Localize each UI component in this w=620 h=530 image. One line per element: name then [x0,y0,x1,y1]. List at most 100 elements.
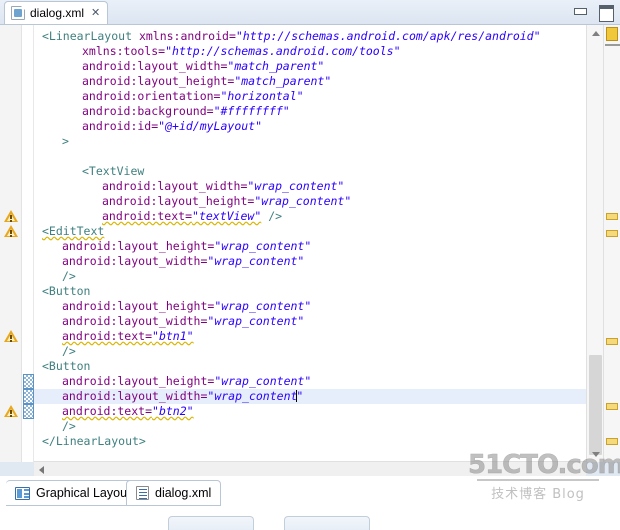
code-token-attr: android:orientation= [82,89,221,103]
editor-window: dialog.xml ✕ <LinearLayout xmlns:android… [0,0,620,512]
xml-file-icon [11,6,25,20]
code-token-val: "@+id/myLayout" [158,119,263,133]
code-token-val: "btn2" [152,404,194,418]
code-line[interactable]: <LinearLayout xmlns:android="http://sche… [34,29,586,44]
code-line[interactable]: <TextView [34,164,586,179]
code-token-attr: android:layout_width= [62,254,208,268]
maximize-button[interactable] [598,4,614,22]
code-line[interactable]: android:layout_height="wrap_content" [34,194,586,209]
code-token-val: "wrap_content" [207,254,305,268]
code-token-val: "wrap_content" [214,239,312,253]
code-token-tag: <TextView [82,164,145,178]
minimize-button[interactable] [572,4,588,18]
warning-icon[interactable] [4,224,18,238]
code-line[interactable]: android:layout_width="wrap_content" [34,179,586,194]
warning-marker[interactable] [606,213,618,220]
vertical-scrollbar[interactable] [586,25,603,462]
code-line[interactable] [34,149,586,164]
code-line[interactable]: android:text="btn1" [34,329,586,344]
code-line[interactable]: <Button [34,284,586,299]
code-line[interactable]: <Button [34,359,586,374]
code-token-attr: android:text= [62,404,153,418]
tab-graphical-layout[interactable]: Graphical Layout [6,480,141,506]
editor-tab-dialog-xml[interactable]: dialog.xml ✕ [4,1,109,24]
layout-icon [15,486,30,500]
editor-tab-label: dialog.xml [30,6,85,20]
code-token-tag: /> [62,419,76,433]
eclipse-xml-editor-window: dialog.xml ✕ <LinearLayout xmlns:android… [0,0,620,530]
code-token-val: "wrap_content" [214,374,312,388]
ruler-separator [605,44,620,46]
code-token-tag: /> [62,344,76,358]
code-line[interactable]: android:layout_width="wrap_content" [34,389,586,404]
code-line[interactable]: android:background="#ffffffff" [34,104,586,119]
xml-icon [136,486,149,500]
code-token-val: "match_parent" [227,59,325,73]
code-line[interactable]: android:layout_width="wrap_content" [34,314,586,329]
tab-dialog-xml-label: dialog.xml [155,486,212,500]
code-line[interactable]: xmlns:tools="http://schemas.android.com/… [34,44,586,59]
code-line[interactable]: <EditText [34,224,586,239]
window-controls [572,4,614,22]
code-line[interactable]: android:layout_height="match_parent" [34,74,586,89]
code-token-attr: android:layout_height= [82,74,235,88]
code-line[interactable]: android:text="textView" /> [34,209,586,224]
tab-dialog-xml[interactable]: dialog.xml [126,480,222,506]
code-line[interactable]: /> [34,419,586,434]
warning-icon[interactable] [4,404,18,418]
code-token-attr: android:text= [62,329,153,343]
code-token-attr: android:layout_height= [62,239,215,253]
warning-marker[interactable] [606,230,618,237]
code-line[interactable]: </LinearLayout> [34,434,586,449]
code-token-val: "http://schemas.android.com/apk/res/andr… [235,29,541,43]
code-token-val: "btn1" [152,329,194,343]
code-token-attr: android:layout_height= [62,374,215,388]
code-line[interactable]: android:layout_width="wrap_content" [34,254,586,269]
code-token-val: "wrap_content" [254,194,352,208]
change-marker [23,389,34,404]
code-line[interactable]: android:layout_height="wrap_content" [34,299,586,314]
close-icon[interactable]: ✕ [91,7,100,19]
code-line[interactable]: /> [34,269,586,284]
outer-window-chrome [0,512,620,530]
chrome-tab-placeholder-1[interactable] [168,516,254,530]
scroll-up-arrow[interactable] [587,25,604,41]
code-token-attr: android:background= [82,104,214,118]
code-token-val: "wrap_content" [214,299,312,313]
code-line[interactable]: android:layout_height="wrap_content" [34,239,586,254]
code-token-val: "wrap_content [207,389,298,403]
editor-body: <LinearLayout xmlns:android="http://sche… [0,24,620,462]
vertical-scrollbar-thumb[interactable] [589,355,602,455]
scroll-down-arrow[interactable] [587,446,604,462]
tab-graphical-layout-label: Graphical Layout [36,486,131,500]
code-token-tag: </LinearLayout> [42,434,146,448]
warning-icon[interactable] [4,329,18,343]
code-token-attr: android:layout_width= [62,314,208,328]
warning-marker[interactable] [606,338,618,345]
editor-page-tabs: Graphical Layout dialog.xml [0,476,620,512]
warning-marker[interactable] [606,438,618,445]
code-line[interactable]: > [34,134,586,149]
code-line[interactable]: /> [34,344,586,359]
code-token-val: "wrap_content" [247,179,345,193]
code-line[interactable]: android:orientation="horizontal" [34,89,586,104]
chrome-tab-placeholder-2[interactable] [284,516,370,530]
annotation-gutter[interactable] [0,25,22,462]
code-line[interactable]: android:text="btn2" [34,404,586,419]
code-token-val: "match_parent" [234,74,332,88]
overview-ruler[interactable] [603,25,620,462]
code-token-attr: android:text= [102,209,193,223]
code-token-attr: android:layout_width= [62,389,208,403]
code-token-tag: <EditText [42,224,105,238]
code-line[interactable]: android:id="@+id/myLayout" [34,119,586,134]
code-surface[interactable]: <LinearLayout xmlns:android="http://sche… [34,25,586,462]
warning-icon[interactable] [4,209,18,223]
warning-marker[interactable] [606,403,618,410]
code-token-tag: <LinearLayout [42,29,139,43]
scroll-left-arrow[interactable] [34,462,49,477]
all-annotations[interactable] [606,27,618,41]
code-line[interactable]: android:layout_height="wrap_content" [34,374,586,389]
editor-tab-bar: dialog.xml ✕ [0,0,620,24]
code-line[interactable]: android:layout_width="match_parent" [34,59,586,74]
horizontal-scrollbar[interactable] [34,461,586,476]
